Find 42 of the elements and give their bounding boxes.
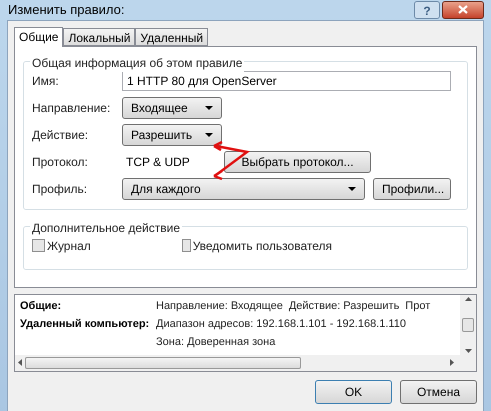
summary-label: Удаленный компьютер: xyxy=(20,317,150,332)
field-label: Имя: xyxy=(32,73,60,90)
close-icon xyxy=(458,5,468,14)
field-label: Направление: xyxy=(32,100,112,117)
checkbox[interactable]: Уведомить пользователя xyxy=(182,236,332,254)
field-label: Профиль: xyxy=(32,181,88,198)
close-button[interactable] xyxy=(442,0,484,19)
up-arrow-icon xyxy=(464,296,472,300)
scroll-thumb[interactable] xyxy=(462,318,474,332)
down-arrow-icon xyxy=(464,348,472,352)
summary-value: Зона: Доверенная зона xyxy=(156,335,276,350)
caret-icon xyxy=(348,187,356,191)
left-arrow-icon xyxy=(18,359,22,366)
choose-protocol-button[interactable]: Выбрать протокол... xyxy=(224,151,371,173)
dropdown[interactable]: Разрешить xyxy=(122,124,222,146)
right-arrow-icon xyxy=(450,359,454,366)
checkbox-square[interactable] xyxy=(182,239,191,252)
vertical-scrollbar[interactable] xyxy=(460,294,476,354)
summary-label: Общие: xyxy=(20,299,62,314)
field-label: Действие: xyxy=(32,127,90,144)
summary-value: Прот xyxy=(405,299,430,314)
summary-value: Диапазон адресов: 192.168.1.101 - 192.168.1.110 xyxy=(156,317,406,332)
caret-icon xyxy=(205,106,213,110)
dialog-button[interactable]: OK xyxy=(315,380,392,404)
field-label: Протокол: xyxy=(32,154,89,171)
dropdown[interactable]: Входящее xyxy=(122,97,222,119)
dialog-button[interactable]: Отмена xyxy=(400,380,477,404)
tab[interactable]: Удаленный xyxy=(135,28,208,46)
profiles-button[interactable]: Профили... xyxy=(373,178,451,200)
name-field[interactable]: 1 HTTP 80 для OpenServer xyxy=(122,71,451,91)
horizontal-scrollbar[interactable] xyxy=(15,354,476,370)
checkbox-square[interactable] xyxy=(32,239,45,252)
checkbox[interactable]: Журнал xyxy=(32,236,182,254)
dropdown[interactable]: Для каждого xyxy=(122,178,365,200)
help-button[interactable]: ? xyxy=(414,0,440,19)
caret-icon xyxy=(205,133,213,137)
summary-value: Действие: Разрешить xyxy=(288,299,400,314)
tab[interactable]: Локальный xyxy=(63,28,136,46)
tab[interactable]: Общие xyxy=(14,26,64,46)
summary-value: Направление: Входящее xyxy=(156,299,283,314)
scroll-thumb[interactable] xyxy=(25,356,301,368)
window-title: Изменить правило: xyxy=(7,1,126,19)
